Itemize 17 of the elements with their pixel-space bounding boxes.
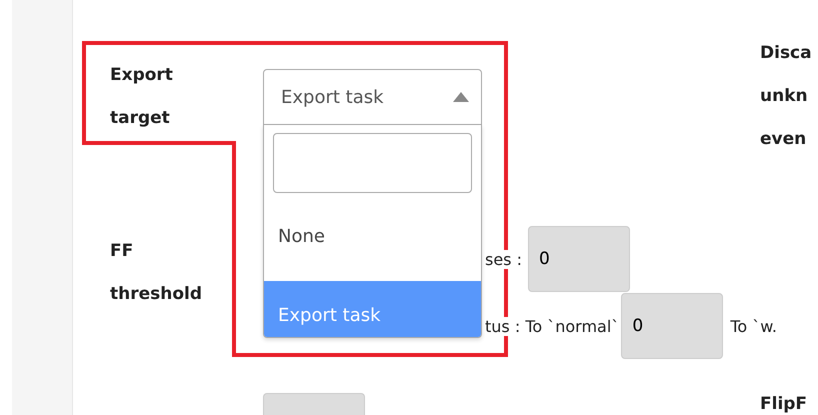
number-input[interactable]: 0: [621, 293, 724, 359]
select-dropdown[interactable]: Export task: [263, 69, 482, 125]
field-text: tus : To `normal`: [485, 316, 620, 336]
field-label: FF: [110, 240, 134, 263]
field-label: even: [760, 128, 808, 151]
search-field[interactable]: [273, 133, 472, 193]
field-label: unkn: [760, 85, 809, 108]
field-label: Disca: [760, 42, 812, 65]
field-label: FlipF: [760, 393, 808, 415]
caret-icon: [453, 92, 469, 102]
field-text: ses :: [485, 250, 522, 268]
number-input[interactable]: 0: [528, 226, 630, 292]
field-text: To `w.: [730, 316, 777, 336]
field-label: threshold: [110, 283, 204, 306]
field-label: Export: [110, 64, 174, 87]
field-label: target: [110, 107, 171, 130]
dropdown-option[interactable]: None: [264, 218, 481, 256]
